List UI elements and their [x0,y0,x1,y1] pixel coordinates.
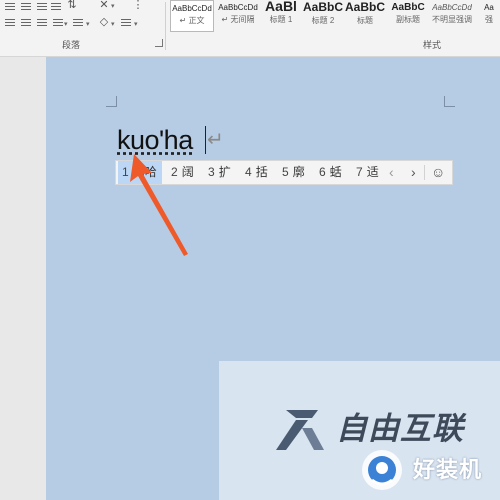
candidate-text: 阔哈 [132,165,157,179]
watermark-badge-icon [362,450,402,490]
style-name: ↵ 正文 [179,16,205,25]
shading-icon[interactable]: ◇ [98,17,110,28]
ime-candidate-7[interactable]: 7适 [356,161,379,184]
ime-candidate-5[interactable]: 5廓 [282,161,305,184]
watermark-brand: 自由互联 [336,411,464,446]
decrease-indent-icon[interactable] [4,2,16,12]
style-subtle-emphasis[interactable]: AaBbCcDd 不明显强调 [430,0,474,32]
ime-candidate-4[interactable]: 4括 [245,161,268,184]
paragraph-group-label: 段落 [62,40,81,50]
watermark-badge-text: 好装机 [413,457,483,482]
ime-candidate-1[interactable]: 1 阔哈 [118,161,162,184]
paragraph-tools: ⇅ ✕ ▾ ⋮ ▾ ▾ ◇ ▾ ▾ [0,0,165,40]
paragraph-dialog-launcher[interactable] [155,39,163,47]
style-no-spacing[interactable]: AaBbCcDd ↵ 无间隔 [216,0,260,32]
style-name: 副标题 [396,15,420,24]
candidate-number: 2 [171,165,178,179]
text-cursor [205,126,206,154]
paragraph-mark-icon: ↵ [207,129,224,151]
style-preview: AaBl [265,0,297,14]
borders-icon[interactable] [120,18,132,28]
sort-icon[interactable]: ⇅ [66,0,78,11]
style-preview: AaBbC [391,2,425,13]
style-preview: AaBbCcDd [432,3,472,12]
style-name: 标题 2 [311,16,335,25]
align-right-icon[interactable] [20,18,32,28]
chevron-down-icon[interactable]: ▾ [111,20,115,28]
ime-candidate-2[interactable]: 2阔 [171,161,194,184]
candidate-text: 蛞 [329,165,342,179]
candidate-text: 扩 [218,165,231,179]
prev-page-icon[interactable]: ‹ [389,161,394,184]
candidate-number: 7 [356,165,363,179]
candidate-number: 1 [122,165,129,179]
emoji-icon[interactable]: ☺ [431,161,445,184]
style-title[interactable]: AaBbC 标题 [344,0,386,32]
chevron-down-icon[interactable]: ▾ [64,20,68,28]
show-marks-icon[interactable]: ✕ [98,0,110,11]
style-subtitle[interactable]: AaBbC 副标题 [386,0,430,32]
chevron-down-icon[interactable]: ▾ [111,2,115,10]
chevron-down-icon[interactable]: ▾ [86,20,90,28]
next-page-icon[interactable]: › [411,161,416,184]
style-heading-1[interactable]: AaBl 标题 1 [260,0,302,32]
margin-corner-top-left [106,96,117,107]
styles-group-label: 样式 [423,40,442,50]
ribbon: ⇅ ✕ ▾ ⋮ ▾ ▾ ◇ ▾ ▾ 段落 AaBbCcDd ↵ 正文 AaBbC… [0,0,500,57]
increase-indent-icon[interactable] [20,2,32,12]
style-name: ↵ 无间隔 [221,15,255,24]
justify-icon[interactable] [50,2,62,12]
style-normal[interactable]: AaBbCcDd ↵ 正文 [170,0,214,32]
style-preview: Aa [484,3,494,12]
ime-candidate-6[interactable]: 6蛞 [319,161,342,184]
style-strong[interactable]: Aa 强 [478,0,500,32]
candidate-number: 3 [208,165,215,179]
align-center-icon[interactable] [4,18,16,28]
styles-gallery: AaBbCcDd ↵ 正文 AaBbCcDd ↵ 无间隔 AaBl 标题 1 A… [168,0,500,34]
chevron-down-icon[interactable]: ▾ [134,20,138,28]
candidate-text: 廓 [292,165,305,179]
style-name: 不明显强调 [432,15,472,24]
ime-candidate-bar: 1 阔哈 2阔 3扩 4括 5廓 6蛞 7适 ‹ › ☺ [115,160,453,185]
candidate-text: 适 [366,165,379,179]
ime-candidate-3[interactable]: 3扩 [208,161,231,184]
candidate-number: 5 [282,165,289,179]
style-name: 标题 1 [269,15,293,24]
composition-text[interactable]: kuo'ha [117,124,193,156]
watermark-logo-icon [276,410,324,450]
candidate-text: 阔 [181,165,194,179]
candidate-text: 括 [255,165,268,179]
align-left-icon[interactable] [36,2,48,12]
line-spacing-icon[interactable] [52,18,64,28]
margin-corner-top-right [444,96,455,107]
candidate-divider [424,165,425,180]
line-spacing-options-icon[interactable] [72,18,84,28]
ribbon-divider [165,2,166,50]
style-preview: AaBbC [344,0,385,14]
style-heading-2[interactable]: AaBbC 标题 2 [302,0,344,32]
style-preview: AaBbCcDd [218,3,258,12]
candidate-number: 4 [245,165,252,179]
style-name: 强 [485,15,493,24]
asian-layout-icon[interactable]: ⋮ [132,0,144,11]
distributed-icon[interactable] [36,18,48,28]
candidate-number: 6 [319,165,326,179]
style-name: 标题 [357,16,373,25]
style-preview: AaBbCcDd [172,4,212,13]
style-preview: AaBbC [302,0,343,14]
